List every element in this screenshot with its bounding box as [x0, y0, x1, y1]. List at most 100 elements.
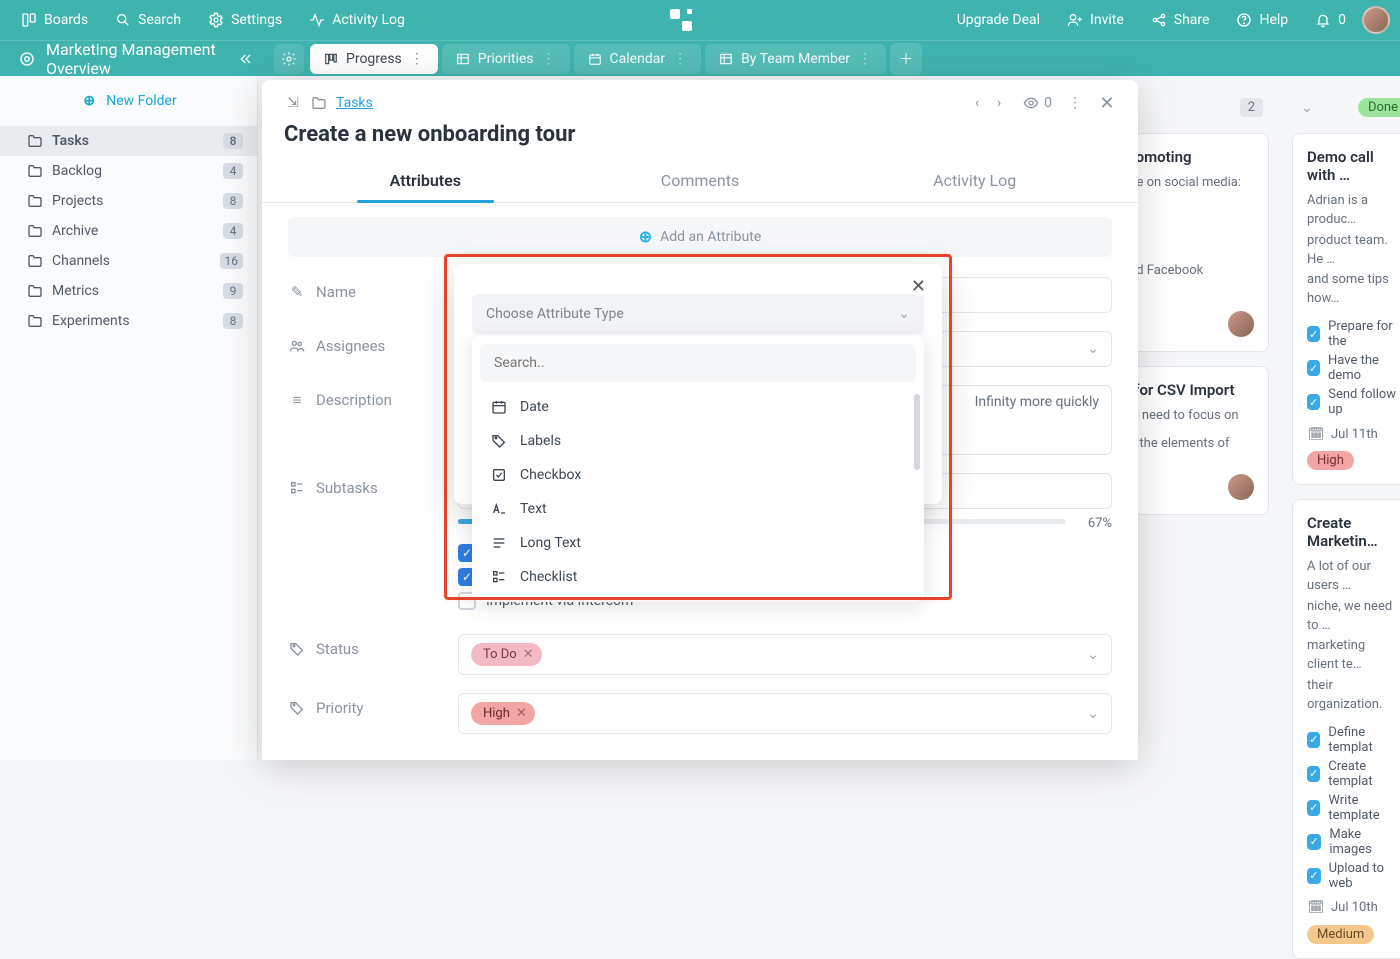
priority-tag[interactable]: High✕ — [471, 702, 535, 725]
sidebar-folder[interactable]: Channels16 — [0, 246, 257, 276]
folder-icon — [26, 312, 44, 330]
modal-tab-comments[interactable]: Comments — [563, 159, 838, 202]
upgrade-button[interactable]: Upgrade Deal — [947, 7, 1050, 33]
collapse-sidebar-icon[interactable] — [238, 50, 254, 68]
next-icon[interactable]: › — [990, 94, 1008, 112]
folder-label: Metrics — [52, 283, 99, 299]
card-title: promoting — [1122, 148, 1254, 166]
card[interactable]: Demo call with … Adrian is a produc… pro… — [1292, 133, 1400, 485]
option-icon — [490, 534, 508, 552]
tab-menu-icon[interactable]: ⋮ — [540, 50, 558, 68]
tab-calendar[interactable]: Calendar ⋮ — [574, 44, 702, 74]
search-button[interactable]: Search — [104, 6, 191, 34]
sidebar-folder[interactable]: Archive4 — [0, 216, 257, 246]
modal-tab-activity[interactable]: Activity Log — [837, 159, 1112, 202]
breadcrumb-link[interactable]: Tasks — [336, 95, 373, 111]
invite-icon — [1066, 11, 1084, 29]
settings-button[interactable]: Settings — [197, 6, 292, 34]
tab-menu-icon[interactable]: ⋮ — [671, 50, 689, 68]
attribute-type-select[interactable]: Choose Attribute Type ⌄ — [472, 294, 924, 334]
plus-icon: ⊕ — [639, 229, 652, 245]
collapse-icon[interactable]: ⇲ — [284, 94, 302, 112]
modal-tabs: Attributes Comments Activity Log — [262, 159, 1138, 203]
card-desc: we need to focus on — [1122, 407, 1254, 426]
folder-label: Projects — [52, 193, 103, 209]
tab-progress[interactable]: Progress ⋮ — [310, 44, 438, 74]
chevron-down-icon[interactable]: ⌄ — [1298, 99, 1316, 117]
bell-icon — [1314, 11, 1332, 29]
tab-menu-icon[interactable]: ⋮ — [408, 50, 426, 68]
invite-button[interactable]: Invite — [1056, 6, 1134, 34]
priority-pill: High — [1307, 451, 1354, 470]
card-check: ✓Define templat — [1307, 725, 1399, 755]
activity-button[interactable]: Activity Log — [298, 6, 415, 34]
card-check: ✓Send follow up — [1307, 387, 1399, 417]
sidebar-folder[interactable]: Metrics9 — [0, 276, 257, 306]
boards-button[interactable]: Boards — [10, 6, 98, 34]
close-icon[interactable]: ✕ — [1098, 94, 1116, 112]
sidebar-folder[interactable]: Projects8 — [0, 186, 257, 216]
card-title: Demo call with … — [1307, 148, 1399, 184]
folder-count: 4 — [223, 223, 243, 239]
option-label: Text — [520, 501, 547, 517]
card-desc: late on social media: — [1122, 174, 1254, 193]
notifications-button[interactable]: 0 — [1304, 6, 1356, 34]
scrollbar-thumb[interactable] — [914, 394, 920, 470]
help-icon — [1235, 11, 1253, 29]
settings-label: Settings — [231, 12, 282, 28]
card[interactable]: Create Marketin… A lot of our users … ni… — [1292, 499, 1400, 959]
tab-label: By Team Member — [741, 51, 850, 67]
task-title[interactable]: Create a new onboarding tour — [262, 118, 1138, 159]
new-folder-button[interactable]: ⊕ New Folder — [8, 84, 249, 118]
share-button[interactable]: Share — [1140, 6, 1220, 34]
view-count: 0 — [1022, 94, 1052, 112]
remove-icon[interactable]: ✕ — [516, 706, 527, 721]
chevron-down-icon: ⌄ — [1087, 341, 1099, 357]
option-label: Checklist — [520, 569, 577, 585]
checklist-icon — [288, 479, 306, 497]
attribute-type-option[interactable]: Text — [480, 492, 916, 526]
attribute-type-option[interactable]: Labels — [480, 424, 916, 458]
card-check: ✓Have the demo — [1307, 353, 1399, 383]
upgrade-label: Upgrade Deal — [957, 12, 1040, 28]
prev-icon[interactable]: ‹ — [968, 94, 986, 112]
attribute-type-option[interactable]: Long Text — [480, 526, 916, 560]
scrollbar[interactable] — [914, 394, 920, 584]
add-attribute-button[interactable]: ⊕ Add an Attribute — [288, 217, 1112, 257]
status-select[interactable]: To Do✕ ⌄ — [458, 634, 1112, 675]
breadcrumb: ⇲ Tasks — [284, 94, 373, 112]
sidebar-folder[interactable]: Backlog4 — [0, 156, 257, 186]
tab-settings-icon[interactable] — [274, 44, 304, 74]
sidebar-folder[interactable]: Experiments8 — [0, 306, 257, 336]
more-icon[interactable]: ⋮ — [1066, 94, 1084, 112]
pencil-icon: ✎ — [288, 283, 306, 301]
attribute-type-option[interactable]: Date — [480, 390, 916, 424]
tab-priorities[interactable]: Priorities ⋮ — [442, 44, 570, 74]
option-label: Checkbox — [520, 467, 581, 483]
status-tag[interactable]: To Do✕ — [471, 643, 542, 666]
card-desc: and some tips how… — [1307, 271, 1399, 309]
workspace-title[interactable]: Marketing Management Overview — [46, 40, 228, 78]
tab-add[interactable]: ＋ — [890, 43, 922, 75]
modal-tab-attributes[interactable]: Attributes — [288, 159, 563, 202]
card-desc: marketing client te… — [1307, 637, 1399, 675]
help-button[interactable]: Help — [1225, 6, 1298, 34]
attribute-type-search-input[interactable] — [492, 354, 904, 372]
attribute-type-option[interactable]: Checkbox — [480, 458, 916, 492]
tab-menu-icon[interactable]: ⋮ — [856, 50, 874, 68]
priority-select[interactable]: High✕⌄ — [458, 693, 1112, 734]
tab-label: Priorities — [478, 51, 534, 67]
card-desc: their organization. — [1307, 677, 1399, 715]
attribute-type-search[interactable] — [480, 344, 916, 382]
chevron-down-icon: ⌄ — [1087, 647, 1099, 663]
user-avatar[interactable] — [1362, 6, 1390, 34]
card-date: 🗓Jul 10th — [1307, 899, 1399, 917]
chevron-down-icon: ⌄ — [898, 306, 910, 322]
remove-icon[interactable]: ✕ — [523, 647, 534, 662]
popover-close-button[interactable]: ✕ — [911, 276, 926, 297]
sidebar-folder[interactable]: Tasks8 — [0, 126, 257, 156]
attribute-type-option[interactable]: Checklist — [480, 560, 916, 594]
tab-team[interactable]: By Team Member ⋮ — [705, 44, 886, 74]
option-icon — [490, 398, 508, 416]
card-check: ✓Write template — [1307, 793, 1399, 823]
